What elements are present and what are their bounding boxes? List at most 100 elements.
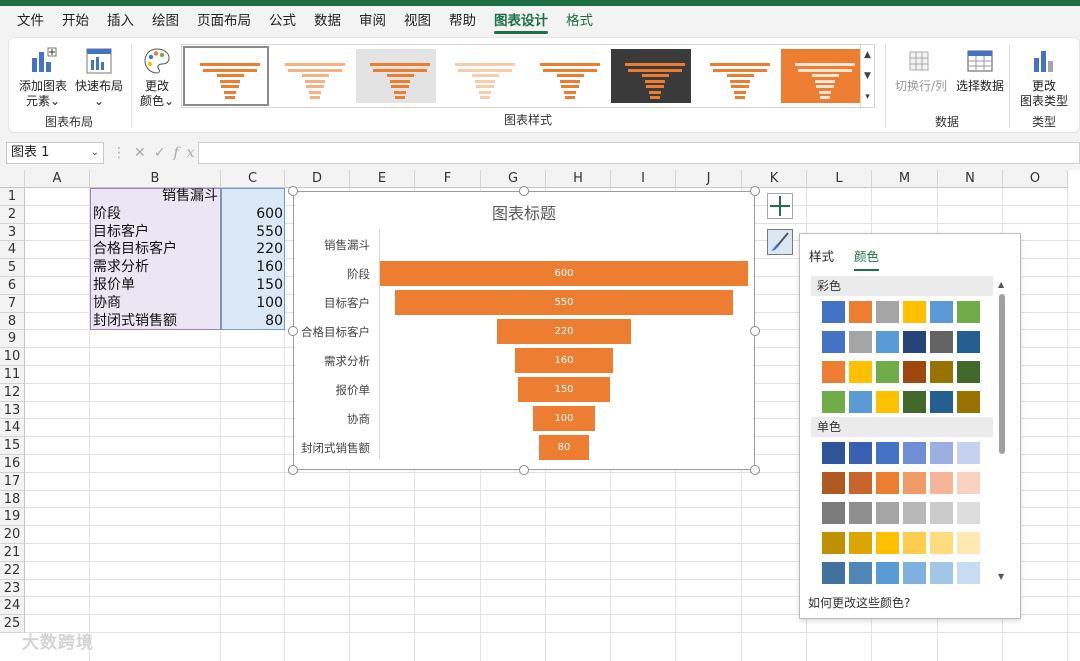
- colorful-swatch[interactable]: [822, 331, 845, 353]
- menu-tab-11[interactable]: 格式: [557, 6, 602, 36]
- row-header-9[interactable]: 9: [0, 330, 25, 349]
- monochrome-swatch[interactable]: [930, 532, 953, 554]
- resize-handle[interactable]: [750, 325, 760, 336]
- row-header-1[interactable]: 1: [0, 188, 25, 206]
- select-data-button[interactable]: 选择数据: [953, 46, 1007, 94]
- cell-value[interactable]: 150: [222, 277, 283, 295]
- cell-stage[interactable]: 目标客户: [93, 224, 219, 242]
- row-header-20[interactable]: 20: [0, 526, 25, 544]
- resize-handle[interactable]: [750, 465, 760, 475]
- colorful-swatch[interactable]: [903, 301, 926, 323]
- row-header-12[interactable]: 12: [0, 383, 25, 402]
- colorful-swatch[interactable]: [849, 361, 872, 383]
- row-header-6[interactable]: 6: [0, 277, 25, 295]
- colorful-swatch[interactable]: [876, 331, 899, 353]
- add-chart-element-button[interactable]: 添加图表 元素⌄: [17, 46, 69, 109]
- column-header-J[interactable]: J: [676, 170, 742, 188]
- cell-stage[interactable]: 合格目标客户: [93, 241, 219, 259]
- chevron-down-icon[interactable]: ▼: [864, 71, 871, 81]
- monochrome-swatch[interactable]: [957, 562, 980, 584]
- colorful-swatch[interactable]: [930, 301, 953, 323]
- monochrome-swatch[interactable]: [822, 562, 845, 584]
- chevron-up-icon[interactable]: ▲: [864, 50, 871, 60]
- monochrome-swatch[interactable]: [930, 442, 953, 464]
- row-header-8[interactable]: 8: [0, 312, 25, 331]
- cell-value[interactable]: 100: [222, 295, 283, 313]
- tab-style[interactable]: 样式: [809, 246, 834, 265]
- monochrome-swatch[interactable]: [930, 562, 953, 584]
- colorful-swatch[interactable]: [849, 301, 872, 323]
- chart-elements-button[interactable]: [767, 193, 793, 219]
- chart-style-thumbnail[interactable]: [441, 49, 521, 103]
- monochrome-swatch[interactable]: [903, 562, 926, 584]
- menu-tab-5[interactable]: 公式: [260, 6, 305, 36]
- monochrome-swatch[interactable]: [957, 532, 980, 554]
- monochrome-swatch[interactable]: [849, 442, 872, 464]
- column-header-D[interactable]: D: [285, 170, 350, 188]
- colorful-swatch[interactable]: [903, 361, 926, 383]
- colorful-swatch[interactable]: [930, 391, 953, 413]
- column-header-M[interactable]: M: [872, 170, 938, 188]
- cell-stage[interactable]: 需求分析: [93, 259, 219, 277]
- row-header-11[interactable]: 11: [0, 366, 25, 384]
- menu-tab-6[interactable]: 数据: [305, 6, 350, 36]
- row-header-13[interactable]: 13: [0, 401, 25, 420]
- formula-input[interactable]: [198, 142, 1080, 164]
- row-header-21[interactable]: 21: [0, 544, 25, 562]
- monochrome-swatch[interactable]: [876, 532, 899, 554]
- monochrome-swatch[interactable]: [876, 442, 899, 464]
- colorful-swatch[interactable]: [903, 331, 926, 353]
- monochrome-swatch[interactable]: [849, 532, 872, 554]
- funnel-chart[interactable]: 图表标题 销售漏斗 阶段 600 目标客户 550 合格目标客户 220 需求分析 160 报价单…: [293, 191, 755, 470]
- monochrome-swatch[interactable]: [957, 442, 980, 464]
- chart-style-thumbnail[interactable]: [183, 46, 269, 106]
- scroll-down-icon[interactable]: ▼: [998, 572, 1004, 581]
- colorful-swatch[interactable]: [876, 361, 899, 383]
- monochrome-swatch[interactable]: [822, 442, 845, 464]
- menu-tab-7[interactable]: 审阅: [350, 6, 395, 36]
- monochrome-swatch[interactable]: [957, 472, 980, 494]
- column-header-F[interactable]: F: [415, 170, 481, 188]
- row-header-2[interactable]: 2: [0, 205, 25, 224]
- menu-tab-8[interactable]: 视图: [395, 6, 440, 36]
- resize-handle[interactable]: [519, 186, 529, 196]
- monochrome-swatch[interactable]: [876, 562, 899, 584]
- column-header-O[interactable]: O: [1003, 170, 1068, 188]
- monochrome-swatch[interactable]: [957, 502, 980, 524]
- chart-styles-button[interactable]: [767, 229, 793, 255]
- expand-gallery-icon[interactable]: ▾: [865, 92, 870, 102]
- monochrome-swatch[interactable]: [903, 472, 926, 494]
- monochrome-swatch[interactable]: [876, 472, 899, 494]
- cell-value[interactable]: 600: [222, 206, 283, 224]
- chevron-down-icon[interactable]: ⌄: [91, 143, 99, 163]
- cell-header[interactable]: 销售漏斗: [92, 188, 218, 206]
- monochrome-swatch[interactable]: [930, 502, 953, 524]
- row-header-10[interactable]: 10: [0, 348, 25, 366]
- monochrome-swatch[interactable]: [930, 472, 953, 494]
- row-header-24[interactable]: 24: [0, 597, 25, 616]
- cell-stage[interactable]: 阶段: [93, 206, 219, 224]
- chart-style-thumbnail[interactable]: [356, 49, 436, 103]
- column-header-B[interactable]: B: [90, 170, 221, 188]
- cell-value[interactable]: 160: [222, 259, 283, 277]
- column-header-H[interactable]: H: [546, 170, 611, 188]
- column-header-A[interactable]: A: [25, 170, 90, 188]
- monochrome-swatch[interactable]: [822, 502, 845, 524]
- switch-row-column-button[interactable]: 切换行/列: [893, 46, 949, 94]
- menu-tab-4[interactable]: 页面布局: [188, 6, 260, 36]
- cancel-icon[interactable]: ✕: [134, 145, 154, 161]
- column-header-L[interactable]: L: [807, 170, 872, 188]
- resize-handle[interactable]: [750, 186, 760, 196]
- colorful-swatch[interactable]: [822, 391, 845, 413]
- monochrome-swatch[interactable]: [876, 502, 899, 524]
- resize-handle[interactable]: [519, 465, 529, 475]
- tab-color[interactable]: 颜色: [854, 246, 880, 271]
- column-header-K[interactable]: K: [742, 170, 807, 188]
- colorful-swatch[interactable]: [876, 301, 899, 323]
- monochrome-swatch[interactable]: [903, 502, 926, 524]
- row-header-17[interactable]: 17: [0, 472, 25, 491]
- menu-tab-3[interactable]: 绘图: [143, 6, 188, 36]
- resize-handle[interactable]: [288, 186, 298, 196]
- cell-value[interactable]: 550: [222, 224, 283, 242]
- cell-value[interactable]: 220: [222, 241, 283, 259]
